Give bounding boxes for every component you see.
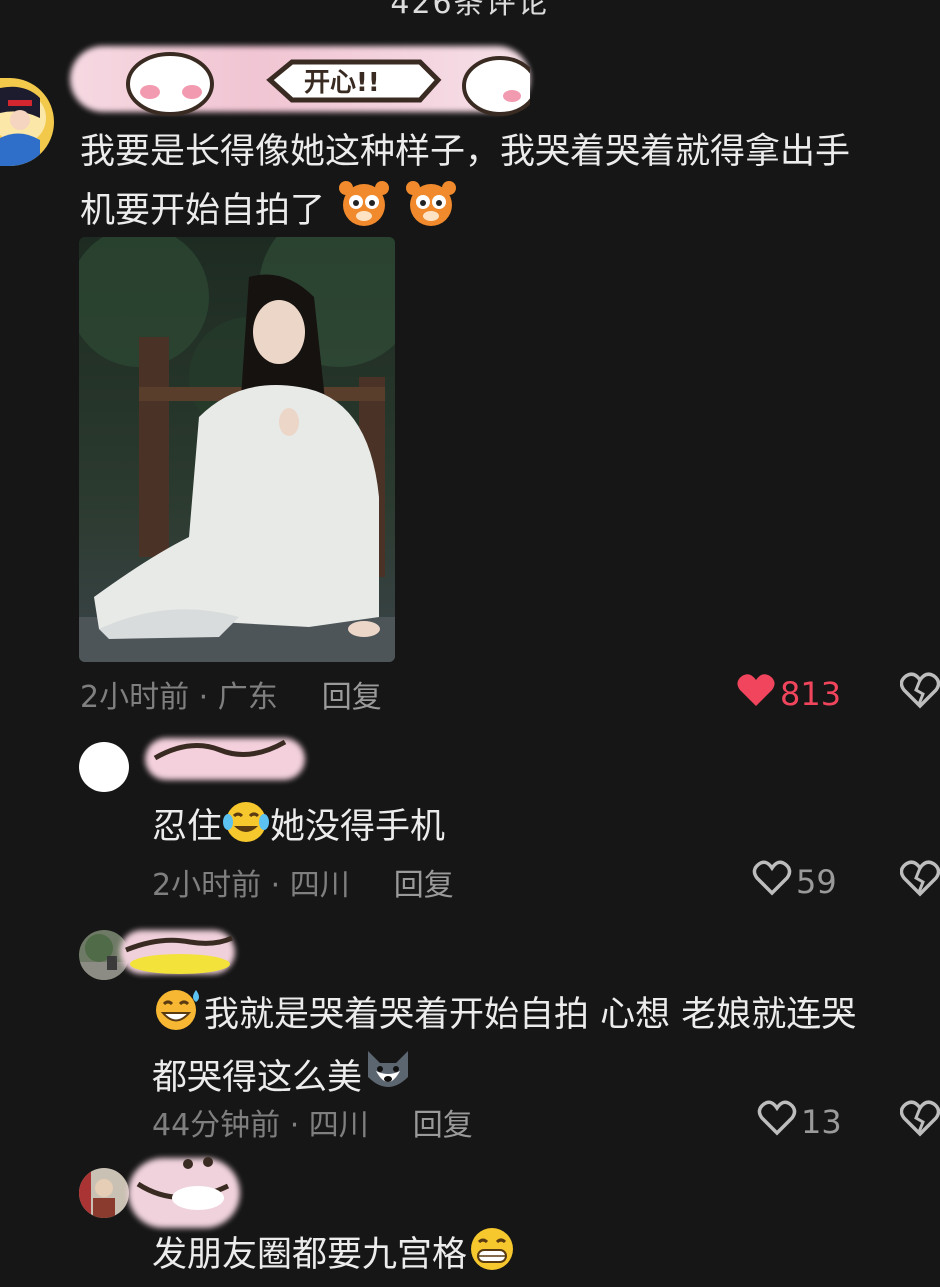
heart-outline-icon	[752, 860, 796, 904]
avatar[interactable]	[79, 742, 129, 792]
comment-text-line: 都哭得这么美	[152, 1058, 363, 1098]
tiger-face-icon	[403, 178, 459, 243]
comment-text: 我要是长得像她这种样子，我哭着哭着就得拿出手 机要开始自拍了	[80, 126, 940, 243]
comment-text-line: 发朋友圈都要九宫格	[152, 1235, 468, 1275]
comment-text-line: 机要开始自拍了	[80, 191, 326, 231]
grinning-icon	[467, 1226, 517, 1287]
username-scribble	[150, 736, 290, 770]
sweat-grin-icon	[152, 986, 204, 1047]
like-count: 59	[796, 863, 837, 901]
like-button[interactable]: 813	[736, 672, 841, 716]
like-count: 13	[801, 1103, 842, 1141]
comments-count-title: 426条评论	[390, 0, 550, 21]
reply-button[interactable]: 回复	[413, 1108, 473, 1143]
comment-text-part: 她没得手机	[270, 807, 446, 847]
dislike-broken-heart-icon[interactable]	[899, 1100, 940, 1142]
tiger-face-icon	[336, 178, 392, 243]
username-scribble	[120, 932, 235, 980]
comment-time-location: 2小时前 · 广东	[80, 680, 278, 715]
comment-text-line: 我要是长得像她这种样子，我哭着哭着就得拿出手	[80, 132, 851, 172]
dislike-broken-heart-icon[interactable]	[899, 672, 940, 714]
comment-meta: 44分钟前 · 四川 回复	[152, 1100, 473, 1144]
like-count: 813	[780, 675, 842, 713]
reply-button[interactable]: 回复	[322, 680, 382, 715]
comment-text: 发朋友圈都要九宫格	[152, 1226, 517, 1287]
dislike-broken-heart-icon[interactable]	[899, 860, 940, 902]
happy-sticker: 开心!!	[120, 40, 538, 118]
comment-meta: 2小时前 · 广东 回复	[80, 672, 382, 716]
like-button[interactable]: 59	[752, 860, 837, 904]
username-scribble	[128, 1154, 240, 1228]
comment-photo[interactable]	[79, 237, 395, 662]
like-button[interactable]: 13	[757, 1100, 842, 1144]
comment-text: 忍住 她没得手机	[152, 800, 445, 859]
avatar[interactable]	[79, 1168, 129, 1218]
heart-filled-icon	[736, 672, 780, 716]
comment-time-location: 2小时前 · 四川	[152, 868, 350, 903]
reply-button[interactable]: 回复	[394, 868, 454, 903]
comment-time-location: 44分钟前 · 四川	[152, 1108, 369, 1143]
comment-text: 我就是哭着哭着开始自拍 心想 老娘就连哭 都哭得这么美	[152, 986, 932, 1110]
crying-laughing-icon	[222, 800, 270, 859]
avatar[interactable]	[0, 78, 54, 166]
heart-outline-icon	[757, 1100, 801, 1144]
comment-text-part: 忍住	[152, 807, 223, 847]
comment-text-line: 我就是哭着哭着开始自拍 心想 老娘就连哭	[204, 995, 857, 1035]
comment-meta: 2小时前 · 四川 回复	[152, 860, 454, 904]
sticker-badge-text: 开心!!	[304, 68, 380, 98]
